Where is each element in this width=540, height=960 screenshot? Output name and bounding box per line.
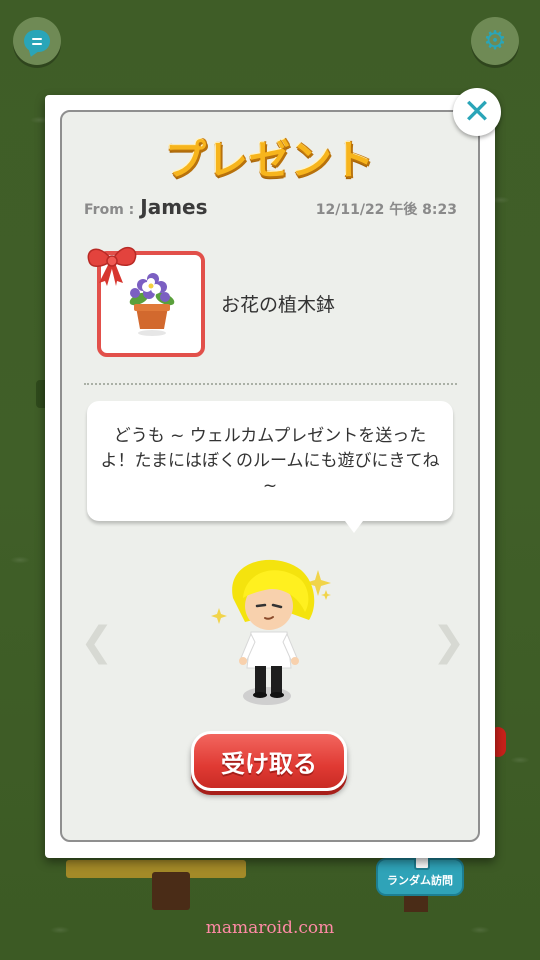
random-visit-label: ランダム訪問	[387, 874, 453, 887]
settings-button[interactable]: ⚙	[471, 17, 519, 65]
random-visit-button[interactable]: ランダム訪問	[376, 854, 464, 896]
from-label: From :	[84, 202, 135, 218]
background-signpost	[152, 872, 190, 910]
next-button[interactable]: ❯	[432, 622, 466, 662]
watermark: mamaroid.com	[205, 918, 335, 938]
message-bubble: どうも ~ ウェルカムプレゼントを送ったよ！たまにはぼくのルームにも遊びにきてね…	[87, 401, 453, 533]
chat-bubble-icon	[24, 30, 50, 52]
dialog-title: プレゼント	[165, 136, 375, 184]
chevron-right-icon: ❯	[432, 619, 466, 665]
timestamp: 12/11/22 午後 8:23	[315, 202, 457, 218]
ribbon-bow-icon	[87, 247, 137, 286]
background-signpost-2	[404, 896, 428, 912]
sender-name: James	[140, 195, 208, 219]
sender-info: From : James	[84, 195, 208, 219]
sender-row: From : James 12/11/22 午後 8:23	[84, 195, 457, 219]
gift-item-name: お花の植木鉢	[221, 294, 336, 316]
chat-button[interactable]	[13, 17, 61, 65]
sender-avatar	[211, 559, 331, 705]
gear-icon: ⚙	[483, 26, 507, 56]
prev-button[interactable]: ❮	[80, 622, 114, 662]
receive-button[interactable]: 受け取る	[191, 731, 347, 791]
gift-message: どうも ~ ウェルカムプレゼントを送ったよ！たまにはぼくのルームにも遊びにきてね…	[100, 425, 440, 496]
chevron-left-icon: ❮	[80, 619, 114, 665]
section-divider	[84, 383, 457, 385]
close-icon: ✕	[462, 92, 492, 132]
